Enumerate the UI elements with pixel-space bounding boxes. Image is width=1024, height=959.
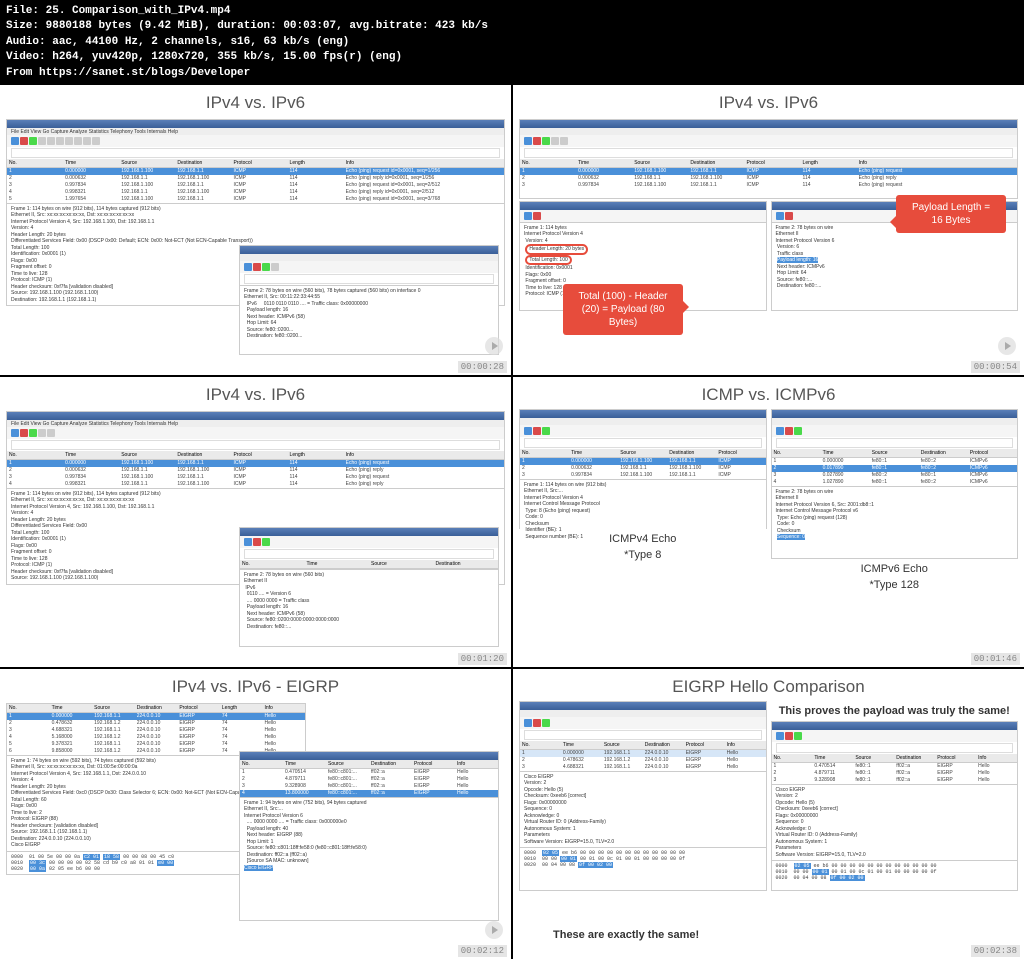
slide-title: IPv4 vs. IPv6 bbox=[0, 377, 511, 409]
slide-title: IPv4 vs. IPv6 bbox=[513, 85, 1024, 117]
thumbnail-4[interactable]: ICMP vs. ICMPv6 No.TimeSourceDestination… bbox=[513, 377, 1024, 667]
wireshark-window-2: No.TimeSourceDestinationProtocolInfo 10.… bbox=[239, 751, 499, 921]
note-top: This proves the payload was truly the sa… bbox=[771, 705, 1019, 717]
wireshark-window: No.TimeSourceDestinationProtocolLengthIn… bbox=[519, 119, 1018, 199]
slide-title: IPv4 vs. IPv6 - EIGRP bbox=[0, 669, 511, 701]
timestamp: 00:00:28 bbox=[458, 361, 507, 373]
thumbnail-5[interactable]: IPv4 vs. IPv6 - EIGRP No.TimeSourceDesti… bbox=[0, 669, 511, 959]
timestamp: 00:01:46 bbox=[971, 653, 1020, 665]
icmpv6-label: ICMPv6 Echo bbox=[771, 563, 1019, 575]
note-bottom: These are exactly the same! bbox=[553, 929, 699, 941]
play-icon[interactable] bbox=[485, 921, 503, 939]
slide-title: EIGRP Hello Comparison bbox=[513, 669, 1024, 701]
thumbnail-3[interactable]: IPv4 vs. IPv6 File Edit View Go Capture … bbox=[0, 377, 511, 667]
icmpv4-type: *Type 8 bbox=[519, 549, 767, 561]
wireshark-window-2: No.TimeSourceDestination Frame 2: 78 byt… bbox=[239, 527, 499, 647]
thumbnail-1[interactable]: IPv4 vs. IPv6 File Edit View Go Capture … bbox=[0, 85, 511, 375]
slide-title: IPv4 vs. IPv6 bbox=[0, 85, 511, 117]
callout-ipv4: Total (100) - Header (20) = Payload (80 … bbox=[563, 284, 683, 335]
thumbnail-2[interactable]: IPv4 vs. IPv6 No.TimeSourceDestinationPr… bbox=[513, 85, 1024, 375]
thumbnail-grid: IPv4 vs. IPv6 File Edit View Go Capture … bbox=[0, 85, 1024, 959]
media-info-header: File: 25. Comparison_with_IPv4.mp4 Size:… bbox=[0, 0, 1024, 85]
wireshark-window-2: Frame 2: 78 bytes on wire (560 bits), 78… bbox=[239, 245, 499, 355]
thumbnail-6[interactable]: EIGRP Hello Comparison No.TimeSourceDest… bbox=[513, 669, 1024, 959]
callout-ipv6: Payload Length = 16 Bytes bbox=[896, 195, 1006, 233]
slide-title: ICMP vs. ICMPv6 bbox=[513, 377, 1024, 409]
timestamp: 00:00:54 bbox=[971, 361, 1020, 373]
timestamp: 00:01:20 bbox=[458, 653, 507, 665]
play-icon[interactable] bbox=[485, 337, 503, 355]
icmpv6-type: *Type 128 bbox=[771, 579, 1019, 591]
play-icon[interactable] bbox=[998, 337, 1016, 355]
